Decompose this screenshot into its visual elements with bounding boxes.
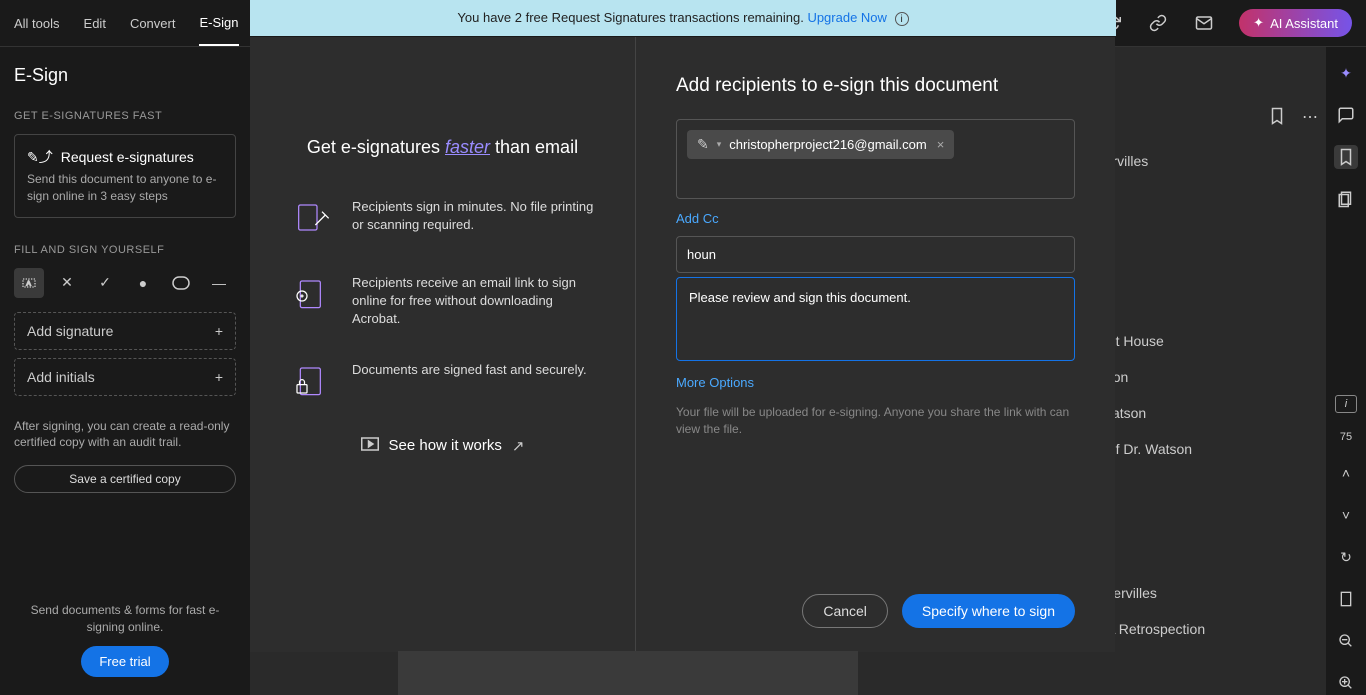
promo-text-3: Documents are signed fast and securely. <box>352 361 587 379</box>
scroll-down-icon[interactable]: ˅ <box>1334 503 1358 527</box>
fill-sign-tools: A ✕ ✓ ● — <box>14 268 236 298</box>
zoom-out-icon[interactable] <box>1334 629 1358 653</box>
see-how-label: See how it works <box>389 437 502 454</box>
subject-input[interactable] <box>676 236 1075 273</box>
promo-title: Get e-signatures faster than email <box>290 137 595 158</box>
tool-dot[interactable]: ● <box>128 268 158 298</box>
add-initials-button[interactable]: Add initials + <box>14 358 236 396</box>
remove-recipient-icon[interactable]: × <box>937 137 945 152</box>
after-signing-note: After signing, you can create a read-onl… <box>14 418 236 452</box>
upgrade-link[interactable]: Upgrade Now <box>807 10 887 25</box>
bookmark-ribbon-icon[interactable] <box>1268 107 1286 130</box>
sparkle-icon: ✦ <box>1253 15 1264 31</box>
right-rail: ✦ i 75 ˄ ˅ ↻ <box>1326 47 1366 695</box>
modal-form: Add recipients to e-sign this document ✎… <box>635 37 1115 652</box>
banner-text: You have 2 free Request Signatures trans… <box>457 10 807 25</box>
upload-note: Your file will be uploaded for e-signing… <box>676 404 1075 438</box>
sign-minutes-icon <box>290 198 334 242</box>
recipients-field[interactable]: ✎ ▾ christopherproject216@gmail.com × <box>676 119 1075 199</box>
bookmarks-icon[interactable] <box>1334 145 1358 169</box>
thumbnail-strip[interactable] <box>398 651 858 695</box>
comment-icon[interactable] <box>1334 103 1358 127</box>
add-initials-label: Add initials <box>27 369 95 385</box>
request-esignatures-card[interactable]: ✎⤴ Request e-signatures Send this documen… <box>14 134 236 218</box>
add-signature-label: Add signature <box>27 323 113 339</box>
page-info-icon[interactable]: i <box>1335 395 1357 413</box>
bottom-promo-text: Send documents & forms for fast e-signin… <box>14 602 236 636</box>
promo-text-2: Recipients receive an email link to sign… <box>352 274 595 329</box>
modal-promo: Get e-signatures faster than email Recip… <box>250 37 635 652</box>
scroll-up-icon[interactable]: ˄ <box>1334 461 1358 485</box>
modal-heading: Add recipients to e-sign this document <box>676 75 1075 97</box>
tool-check[interactable]: ✓ <box>90 268 120 298</box>
chevron-down-icon[interactable]: ▾ <box>717 139 722 150</box>
secure-icon <box>290 361 334 405</box>
more-options-icon[interactable]: ⋯ <box>1302 107 1318 130</box>
recipient-chip[interactable]: ✎ ▾ christopherproject216@gmail.com × <box>687 130 954 159</box>
add-cc-link[interactable]: Add Cc <box>676 211 1075 226</box>
request-esig-desc: Send this document to anyone to e-sign o… <box>27 171 223 205</box>
ai-assistant-label: AI Assistant <box>1270 16 1338 31</box>
ai-panel-icon[interactable]: ✦ <box>1334 61 1358 85</box>
upgrade-banner: You have 2 free Request Signatures trans… <box>250 0 1116 36</box>
external-link-icon: ↗ <box>512 437 525 455</box>
add-signature-button[interactable]: Add signature + <box>14 312 236 350</box>
link-icon[interactable] <box>1147 12 1169 34</box>
tab-esign[interactable]: E-Sign <box>199 1 238 46</box>
zoom-in-icon[interactable] <box>1334 671 1358 695</box>
video-icon <box>361 437 379 455</box>
sidebar: E-Sign GET E-SIGNATURES FAST ✎⤴ Request e… <box>0 47 250 695</box>
promo-text-1: Recipients sign in minutes. No file prin… <box>352 198 595 234</box>
signer-icon: ✎ <box>697 136 709 153</box>
tool-line[interactable]: — <box>204 268 234 298</box>
email-link-icon <box>290 274 334 318</box>
more-options-link[interactable]: More Options <box>676 375 1075 390</box>
ai-assistant-button[interactable]: ✦ AI Assistant <box>1239 9 1352 37</box>
svg-text:A: A <box>26 280 31 287</box>
tab-edit[interactable]: Edit <box>84 2 106 45</box>
message-textarea[interactable] <box>676 277 1075 361</box>
rotate-icon[interactable]: ↻ <box>1334 545 1358 569</box>
tab-convert[interactable]: Convert <box>130 2 176 45</box>
see-how-it-works-link[interactable]: See how it works ↗ <box>290 437 595 455</box>
save-certified-copy-button[interactable]: Save a certified copy <box>14 465 236 493</box>
sidebar-title: E-Sign <box>14 65 236 86</box>
esign-modal: Get e-signatures faster than email Recip… <box>250 37 1115 652</box>
tool-circle[interactable] <box>166 268 196 298</box>
tab-all-tools[interactable]: All tools <box>14 2 60 45</box>
tool-text[interactable]: A <box>14 268 44 298</box>
page-number: 75 <box>1340 431 1352 443</box>
tool-cross[interactable]: ✕ <box>52 268 82 298</box>
recipient-email: christopherproject216@gmail.com <box>729 137 926 152</box>
cancel-button[interactable]: Cancel <box>802 594 888 628</box>
request-esig-title: Request e-signatures <box>61 149 194 165</box>
signature-icon: ✎⤴ <box>27 147 53 167</box>
page-fit-icon[interactable] <box>1334 587 1358 611</box>
mail-icon[interactable] <box>1193 12 1215 34</box>
plus-icon: + <box>215 369 223 385</box>
plus-icon: + <box>215 323 223 339</box>
specify-where-to-sign-button[interactable]: Specify where to sign <box>902 594 1075 628</box>
pages-icon[interactable] <box>1334 187 1358 211</box>
section-label-get-sigs: GET E-SIGNATURES FAST <box>14 110 236 122</box>
section-label-fill-sign: FILL AND SIGN YOURSELF <box>14 244 236 256</box>
info-icon[interactable]: i <box>895 12 909 26</box>
free-trial-button[interactable]: Free trial <box>81 646 168 677</box>
